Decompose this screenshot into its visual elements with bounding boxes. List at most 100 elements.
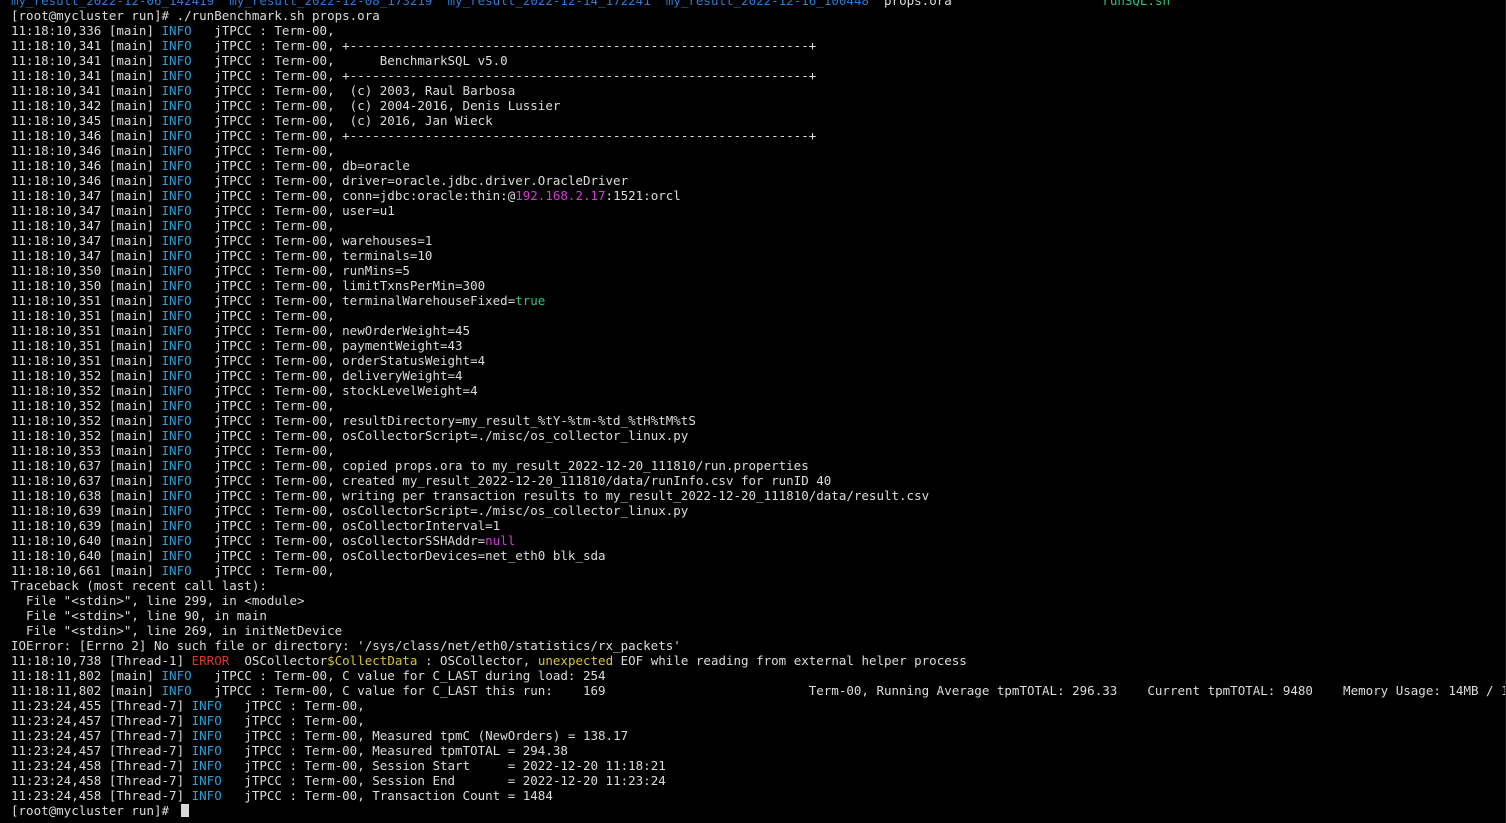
text-segment: 11:18:10,637 [main] xyxy=(11,458,162,473)
text-segment: jTPCC : Term-00, terminalWarehouseFixed= xyxy=(191,293,516,308)
terminal-line: 11:18:10,346 [main] INFO jTPCC : Term-00… xyxy=(11,173,1506,188)
text-segment: jTPCC : Term-00, (c) 2016, Jan Wieck xyxy=(191,113,493,128)
text-segment: jTPCC : Term-00, osCollectorDevices=net_… xyxy=(191,548,606,563)
terminal-line: 11:23:24,457 [Thread-7] INFO jTPCC : Ter… xyxy=(11,743,1506,758)
text-segment: 11:18:10,347 [main] xyxy=(11,248,162,263)
text-segment: 11:18:10,352 [main] xyxy=(11,383,162,398)
text-segment: INFO xyxy=(161,368,192,383)
text-segment: jTPCC : Term-00, xyxy=(191,23,343,38)
text-segment xyxy=(651,0,666,8)
terminal-line: 11:18:10,637 [main] INFO jTPCC : Term-00… xyxy=(11,473,1506,488)
text-segment: File "<stdin>", line 269, in initNetDevi… xyxy=(11,623,343,638)
text-segment: INFO xyxy=(161,188,192,203)
text-segment: INFO xyxy=(161,353,192,368)
terminal-line: 11:18:10,336 [main] INFO jTPCC : Term-00… xyxy=(11,23,1506,38)
terminal-line: 11:18:11,802 [main] INFO jTPCC : Term-00… xyxy=(11,668,1506,683)
text-segment: INFO xyxy=(191,788,222,803)
text-segment: jTPCC : Term-00, writing per transaction… xyxy=(191,488,930,503)
text-segment: 11:18:10,352 [main] xyxy=(11,413,162,428)
text-segment: File "<stdin>", line 299, in <module> xyxy=(11,593,305,608)
text-segment: 11:18:10,341 [main] xyxy=(11,83,162,98)
text-segment: INFO xyxy=(161,263,192,278)
text-segment: jTPCC : Term-00, +----------------------… xyxy=(191,68,817,83)
terminal-window[interactable]: my_result_2022-12-06_142419 my_result_20… xyxy=(0,0,1506,823)
text-segment: OSCollector xyxy=(229,653,328,668)
text-segment: INFO xyxy=(161,308,192,323)
terminal-output: my_result_2022-12-06_142419 my_result_20… xyxy=(11,0,1506,818)
text-segment: 11:18:10,638 [main] xyxy=(11,488,162,503)
terminal-line: 11:18:10,345 [main] INFO jTPCC : Term-00… xyxy=(11,113,1506,128)
text-segment: INFO xyxy=(161,518,192,533)
text-segment: jTPCC : Term-00, +----------------------… xyxy=(191,38,817,53)
text-segment: 11:18:10,351 [main] xyxy=(11,353,162,368)
text-segment: jTPCC : Term-00, C value for C_LAST duri… xyxy=(191,668,606,683)
terminal-line: my_result_2022-12-06_142419 my_result_20… xyxy=(11,0,1506,8)
text-segment: INFO xyxy=(161,443,192,458)
text-segment: jTPCC : Term-00, paymentWeight=43 xyxy=(191,338,463,353)
prompt-line: [root@mycluster run]# xyxy=(11,803,1506,818)
terminal-line: 11:18:10,639 [main] INFO jTPCC : Term-00… xyxy=(11,503,1506,518)
terminal-line: 11:18:10,351 [main] INFO jTPCC : Term-00… xyxy=(11,308,1506,323)
text-segment: INFO xyxy=(161,128,192,143)
text-segment: :1521:orcl xyxy=(605,188,681,203)
text-segment: jTPCC : Term-00, user=u1 xyxy=(191,203,395,218)
text-segment: 11:23:24,458 [Thread-7] xyxy=(11,758,192,773)
text-segment: 11:18:10,637 [main] xyxy=(11,473,162,488)
text-segment: jTPCC : Term-00, +----------------------… xyxy=(191,128,817,143)
terminal-line: File "<stdin>", line 269, in initNetDevi… xyxy=(11,623,1506,638)
terminal-line: 11:18:10,341 [main] INFO jTPCC : Term-00… xyxy=(11,83,1506,98)
text-segment: 11:18:11,802 [main] xyxy=(11,668,162,683)
text-segment: 11:18:10,639 [main] xyxy=(11,518,162,533)
text-segment: ERROR xyxy=(191,653,230,668)
text-segment: INFO xyxy=(161,503,192,518)
text-segment: 11:18:10,346 [main] xyxy=(11,128,162,143)
text-segment: INFO xyxy=(161,293,192,308)
text-segment: INFO xyxy=(161,143,192,158)
text-segment: INFO xyxy=(161,218,192,233)
terminal-line: 11:18:10,351 [main] INFO jTPCC : Term-00… xyxy=(11,338,1506,353)
text-segment: 11:18:10,640 [main] xyxy=(11,533,162,548)
text-segment: props.ora xyxy=(869,0,1103,8)
text-segment: jTPCC : Term-00, db=oracle xyxy=(191,158,410,173)
text-segment: 11:18:10,352 [main] xyxy=(11,428,162,443)
text-segment: jTPCC : Term-00, driver=oracle.jdbc.driv… xyxy=(191,173,629,188)
text-segment: jTPCC : Term-00, Session End = 2022-12-2… xyxy=(221,773,666,788)
terminal-line: 11:18:10,341 [main] INFO jTPCC : Term-00… xyxy=(11,53,1506,68)
terminal-line: 11:18:11,802 [main] INFO jTPCC : Term-00… xyxy=(11,683,1506,698)
text-segment: jTPCC : Term-00, Session Start = 2022-12… xyxy=(221,758,666,773)
text-segment: jTPCC : Term-00, Measured tpmC (NewOrder… xyxy=(221,728,629,743)
text-segment: INFO xyxy=(161,278,192,293)
text-segment: INFO xyxy=(161,458,192,473)
text-segment: INFO xyxy=(191,758,222,773)
terminal-line: 11:18:10,341 [main] INFO jTPCC : Term-00… xyxy=(11,68,1506,83)
terminal-line: 11:18:10,353 [main] INFO jTPCC : Term-00… xyxy=(11,443,1506,458)
text-segment: INFO xyxy=(161,683,192,698)
text-segment: jTPCC : Term-00, created my_result_2022-… xyxy=(191,473,832,488)
terminal-line: 11:18:10,352 [main] INFO jTPCC : Term-00… xyxy=(11,383,1506,398)
text-segment: : OSCollector, xyxy=(417,653,538,668)
terminal-line: 11:18:10,351 [main] INFO jTPCC : Term-00… xyxy=(11,353,1506,368)
terminal-line: 11:18:10,350 [main] INFO jTPCC : Term-00… xyxy=(11,263,1506,278)
text-segment: jTPCC : Term-00, xyxy=(191,218,343,233)
text-segment: 11:18:10,661 [main] xyxy=(11,563,162,578)
text-segment: INFO xyxy=(161,563,192,578)
text-segment: INFO xyxy=(161,548,192,563)
text-segment: jTPCC : Term-00, Measured tpmTOTAL = 294… xyxy=(221,743,568,758)
text-segment: my_result_2022-12-08_173219 xyxy=(229,0,433,8)
terminal-line: 11:18:10,352 [main] INFO jTPCC : Term-00… xyxy=(11,413,1506,428)
text-segment: 11:18:10,352 [main] xyxy=(11,398,162,413)
text-segment: jTPCC : Term-00, C value for C_LAST this… xyxy=(191,683,1506,698)
text-segment: jTPCC : Term-00, stockLevelWeight=4 xyxy=(191,383,478,398)
terminal-line: IOError: [Errno 2] No such file or direc… xyxy=(11,638,1506,653)
terminal-line: 11:18:10,347 [main] INFO jTPCC : Term-00… xyxy=(11,188,1506,203)
terminal-line: File "<stdin>", line 299, in <module> xyxy=(11,593,1506,608)
terminal-line: 11:18:10,347 [main] INFO jTPCC : Term-00… xyxy=(11,233,1506,248)
text-segment: jTPCC : Term-00, osCollectorScript=./mis… xyxy=(191,428,689,443)
text-segment: runSQL.sh xyxy=(1102,0,1171,8)
text-segment: 11:18:10,351 [main] xyxy=(11,308,162,323)
terminal-line: 11:18:10,352 [main] INFO jTPCC : Term-00… xyxy=(11,398,1506,413)
text-segment: 11:18:10,347 [main] xyxy=(11,203,162,218)
text-segment: INFO xyxy=(161,488,192,503)
terminal-line: 11:18:10,640 [main] INFO jTPCC : Term-00… xyxy=(11,533,1506,548)
text-segment: INFO xyxy=(191,713,222,728)
